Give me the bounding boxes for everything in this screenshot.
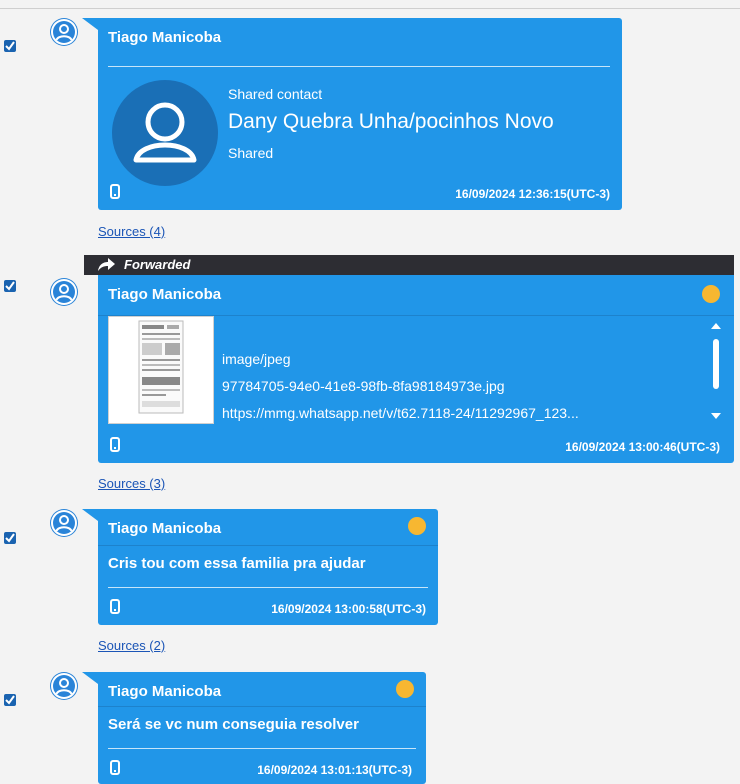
scroll-down-arrow[interactable] <box>711 413 721 419</box>
checkbox-checked-icon <box>5 281 15 291</box>
person-circle-icon <box>51 19 77 45</box>
sources-link[interactable]: Sources (3) <box>98 476 165 491</box>
person-circle-icon <box>51 510 77 536</box>
contact-avatar <box>112 80 218 186</box>
header-divider <box>108 66 610 67</box>
top-divider <box>0 8 740 9</box>
checkbox-checked-icon <box>5 695 15 705</box>
message-timestamp: 16/09/2024 13:00:58(UTC-3) <box>271 602 426 616</box>
sender-name: Tiago Manicoba <box>108 286 222 303</box>
status-dot <box>396 680 414 698</box>
sender-name: Tiago Manicoba <box>108 683 222 700</box>
person-circle-icon <box>51 673 77 699</box>
forwarded-banner: Forwarded <box>84 255 734 275</box>
header-divider <box>98 706 426 707</box>
phone-icon <box>110 437 120 452</box>
message-bubble-text[interactable]: Tiago Manicoba Cris tou com essa familia… <box>82 509 438 625</box>
sources-link[interactable]: Sources (2) <box>98 638 165 653</box>
sender-avatar <box>50 509 78 537</box>
forwarded-label: Forwarded <box>124 257 191 272</box>
phone-icon <box>110 184 120 199</box>
sender-avatar <box>50 278 78 306</box>
message-bubble-text[interactable]: Tiago Manicoba Será se vc num conseguia … <box>82 672 426 784</box>
sender-avatar <box>50 672 78 700</box>
shared-status: Shared <box>228 145 274 161</box>
message-checkbox-4[interactable] <box>4 694 16 706</box>
document-preview-icon <box>138 320 184 414</box>
header-divider <box>98 545 438 546</box>
forward-arrow-icon <box>98 258 115 271</box>
person-icon <box>133 102 197 163</box>
person-circle-icon <box>51 279 77 305</box>
checkbox-checked-icon <box>5 533 15 543</box>
message-checkbox-3[interactable] <box>4 532 16 544</box>
phone-icon <box>110 760 120 775</box>
message-bubble-attachment[interactable]: Tiago Manicoba image/jpeg 97784705-94e0-… <box>98 275 734 463</box>
scrollbar-thumb[interactable] <box>713 339 719 389</box>
shared-contact-label: Shared contact <box>228 86 323 102</box>
footer-divider <box>108 587 428 588</box>
footer-divider <box>108 748 416 749</box>
message-checkbox-1[interactable] <box>4 40 16 52</box>
attachment-url[interactable]: https://mmg.whatsapp.net/v/t62.7118-24/1… <box>222 405 579 421</box>
attachment-filename: 97784705-94e0-41e8-98fb-8fa98184973e.jpg <box>222 378 505 394</box>
message-checkbox-2[interactable] <box>4 280 16 292</box>
contact-name: Dany Quebra Unha/pocinhos Novo <box>228 110 554 133</box>
sender-name: Tiago Manicoba <box>108 520 222 537</box>
message-text: Cris tou com essa familia pra ajudar <box>108 555 366 572</box>
message-timestamp: 16/09/2024 12:36:15(UTC-3) <box>455 187 610 201</box>
scroll-up-arrow[interactable] <box>711 323 721 329</box>
sender-avatar <box>50 18 78 46</box>
message-text: Será se vc num conseguia resolver <box>108 716 359 733</box>
sources-link[interactable]: Sources (4) <box>98 224 165 239</box>
message-timestamp: 16/09/2024 13:01:13(UTC-3) <box>257 763 412 777</box>
status-dot <box>408 517 426 535</box>
message-timestamp: 16/09/2024 13:00:46(UTC-3) <box>565 440 720 454</box>
message-bubble-contact[interactable]: Tiago Manicoba Shared contact Dany Quebr… <box>82 18 622 210</box>
attachment-mime: image/jpeg <box>222 351 291 367</box>
image-thumbnail[interactable] <box>108 316 214 424</box>
sender-name: Tiago Manicoba <box>108 29 222 46</box>
status-dot <box>702 285 720 303</box>
phone-icon <box>110 599 120 614</box>
checkbox-checked-icon <box>5 41 15 51</box>
